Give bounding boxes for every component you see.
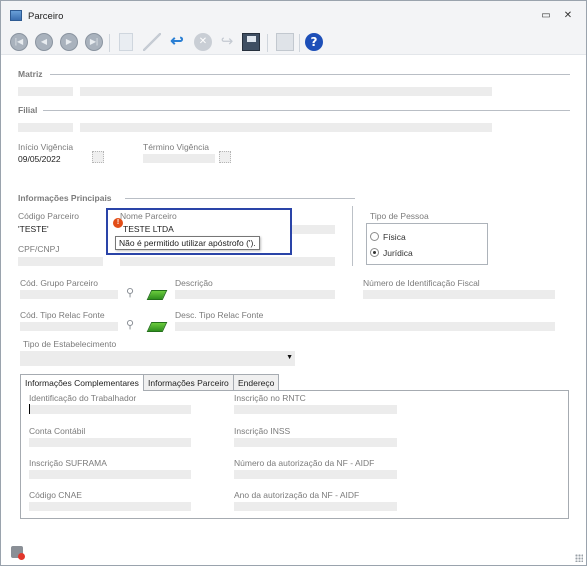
principais-section-title: Informações Principais — [18, 193, 112, 203]
help-icon[interactable]: ? — [305, 33, 323, 51]
tipo-relac-label: Cód. Tipo Relac Fonte — [20, 310, 105, 320]
edit-icon[interactable] — [143, 33, 161, 51]
trabalhador-field[interactable] — [29, 405, 191, 414]
inicio-vigencia-field[interactable]: 09/05/2022 — [18, 154, 61, 164]
eraser-icon[interactable] — [147, 320, 165, 332]
principais-divider — [125, 198, 355, 199]
desc-tipo-relac-field[interactable] — [175, 322, 555, 331]
nome-parceiro-label: Nome Parceiro — [120, 211, 177, 221]
cancel-icon[interactable]: ✕ — [194, 33, 212, 51]
close-button[interactable]: ✕ — [561, 10, 575, 22]
tipo-estabelecimento-select[interactable]: ▼ — [20, 351, 295, 366]
tipo-pessoa-group — [366, 223, 488, 265]
tab-informacoes-complementares[interactable]: Informações Complementares — [20, 374, 144, 391]
tipo-estabelecimento-label: Tipo de Estabelecimento — [23, 339, 117, 349]
toolbar-separator — [109, 34, 110, 52]
cpf-cnpj-label: CPF/CNPJ — [18, 244, 60, 254]
suframa-label: Inscrição SUFRAMA — [29, 458, 107, 468]
ano-aidf-label: Ano da autorização da NF - AIDF — [234, 490, 360, 500]
toolbar-separator — [267, 34, 268, 52]
eraser-icon[interactable] — [147, 288, 165, 300]
filial-code-field[interactable] — [18, 123, 73, 132]
inss-field[interactable] — [234, 438, 397, 447]
matriz-divider — [50, 74, 570, 75]
rntc-field[interactable] — [234, 405, 397, 414]
trabalhador-label: Identificação do Trabalhador — [29, 393, 137, 403]
tab-endereco[interactable]: Endereço — [233, 374, 280, 390]
toolbar-separator — [299, 34, 300, 52]
matriz-section-title: Matriz — [18, 69, 43, 79]
inss-label: Inscrição INSS — [234, 426, 291, 436]
fisica-radio[interactable] — [370, 232, 379, 241]
juridica-radio[interactable] — [370, 248, 379, 257]
lock-icon[interactable] — [276, 33, 294, 51]
cpf-cnpj-extra-field[interactable] — [120, 257, 335, 266]
error-icon: ! — [113, 218, 123, 228]
filial-name-field[interactable] — [80, 123, 492, 132]
rntc-label: Inscrição no RNTC — [234, 393, 306, 403]
termino-calendar-icon[interactable] — [219, 151, 231, 163]
save-icon[interactable] — [242, 33, 260, 51]
tipo-relac-field[interactable] — [20, 322, 118, 331]
status-bar — [1, 542, 586, 565]
codigo-parceiro-field[interactable]: 'TESTE' — [18, 224, 49, 234]
vertical-divider — [352, 206, 353, 266]
termino-vigencia-field[interactable] — [143, 154, 215, 163]
previous-record-icon[interactable]: ◀ — [35, 33, 53, 51]
ano-aidf-field[interactable] — [234, 502, 397, 511]
cnae-label: Código CNAE — [29, 490, 82, 500]
conta-contabil-field[interactable] — [29, 438, 191, 447]
search-icon[interactable]: ⚲ — [124, 319, 136, 331]
inicio-calendar-icon[interactable] — [92, 151, 104, 163]
toolbar: |◀ ◀ ▶ ▶| ↩ ✕ ↪ ? — [1, 31, 586, 55]
grupo-parceiro-label: Cód. Grupo Parceiro — [20, 278, 98, 288]
title-bar: Parceiro ▭ ✕ — [1, 1, 586, 31]
tab-informacoes-parceiro[interactable]: Informações Parceiro — [143, 374, 234, 390]
termino-vigencia-label: Término Vigência — [143, 142, 209, 152]
resize-grip[interactable] — [575, 554, 583, 562]
conta-contabil-label: Conta Contábil — [29, 426, 86, 436]
cpf-cnpj-field[interactable] — [18, 257, 103, 266]
desc-tipo-relac-label: Desc. Tipo Relac Fonte — [175, 310, 264, 320]
cnae-field[interactable] — [29, 502, 191, 511]
text-caret — [29, 404, 30, 414]
filial-divider — [43, 110, 570, 111]
window-title: Parceiro — [28, 11, 64, 22]
tipo-pessoa-label: Tipo de Pessoa — [370, 211, 429, 221]
new-icon[interactable] — [119, 33, 133, 51]
descricao-label: Descrição — [175, 278, 213, 288]
filial-section-title: Filial — [18, 105, 38, 115]
juridica-radio-label[interactable]: Jurídica — [383, 248, 413, 258]
nome-parceiro-field-extension — [292, 225, 335, 234]
first-record-icon[interactable]: |◀ — [10, 33, 28, 51]
redo-icon[interactable]: ↪ — [218, 33, 236, 51]
nome-parceiro-field[interactable]: TESTE LTDA — [123, 224, 174, 234]
next-record-icon[interactable]: ▶ — [60, 33, 78, 51]
matriz-name-field[interactable] — [80, 87, 492, 96]
codigo-parceiro-label: Código Parceiro — [18, 211, 79, 221]
aidf-field[interactable] — [234, 470, 397, 479]
fisica-radio-label[interactable]: Física — [383, 232, 406, 242]
app-icon — [10, 10, 22, 21]
inicio-vigencia-label: Início Vigência — [18, 142, 74, 152]
chevron-down-icon[interactable]: ▼ — [286, 354, 293, 361]
suframa-field[interactable] — [29, 470, 191, 479]
undo-icon[interactable]: ↩ — [168, 33, 186, 51]
nif-label: Número de Identificação Fiscal — [363, 278, 480, 288]
descricao-field[interactable] — [175, 290, 335, 299]
matriz-code-field[interactable] — [18, 87, 73, 96]
parceiro-window: Parceiro ▭ ✕ |◀ ◀ ▶ ▶| ↩ ✕ ↪ ? Matriz Fi… — [0, 0, 587, 566]
nif-field[interactable] — [363, 290, 555, 299]
aidf-label: Número da autorização da NF - AIDF — [234, 458, 375, 468]
grupo-parceiro-field[interactable] — [20, 290, 118, 299]
last-record-icon[interactable]: ▶| — [85, 33, 103, 51]
connection-status-icon — [11, 546, 25, 560]
minimize-button[interactable]: ▭ — [539, 10, 553, 22]
search-icon[interactable]: ⚲ — [124, 287, 136, 299]
validation-tooltip: Não é permitido utilizar apóstrofo ('). — [115, 236, 260, 250]
